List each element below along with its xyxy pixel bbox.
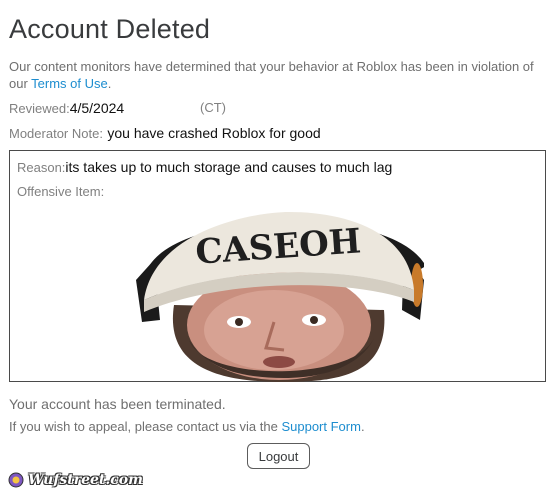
reviewed-row: Reviewed:4/5/2024: [9, 100, 124, 118]
timezone-label: (CT): [200, 100, 226, 115]
terms-of-use-link[interactable]: Terms of Use: [31, 76, 108, 91]
moderator-note-value: you have crashed Roblox for good: [107, 125, 321, 141]
support-form-link[interactable]: Support Form: [281, 419, 360, 434]
termination-notice: Your account has been terminated.: [9, 396, 226, 412]
reviewed-date: 4/5/2024: [69, 100, 125, 116]
offensive-item-label: Offensive Item:: [17, 184, 105, 199]
moderator-note-row: Moderator Note: you have crashed Roblox …: [9, 125, 321, 143]
watermark-text: Wufstreet.com: [28, 472, 143, 488]
page-title: Account Deleted: [9, 14, 211, 44]
reason-label: Reason:: [17, 160, 66, 175]
reason-row: Reason:its takes up to much storage and …: [17, 159, 392, 177]
watermark-logo-icon: [8, 472, 24, 488]
reviewed-label: Reviewed:: [9, 101, 70, 116]
appeal-message: If you wish to appeal, please contact us…: [9, 419, 365, 434]
reason-value: its takes up to much storage and causes …: [65, 159, 393, 175]
violation-message: Our content monitors have determined tha…: [9, 59, 534, 91]
moderator-note-label: Moderator Note:: [9, 126, 103, 141]
offensive-item-image: CASEOH: [136, 212, 424, 382]
logout-button[interactable]: Logout: [247, 443, 310, 469]
watermark: Wufstreet.com: [8, 472, 143, 488]
offense-details-box: Reason:its takes up to much storage and …: [9, 150, 546, 382]
